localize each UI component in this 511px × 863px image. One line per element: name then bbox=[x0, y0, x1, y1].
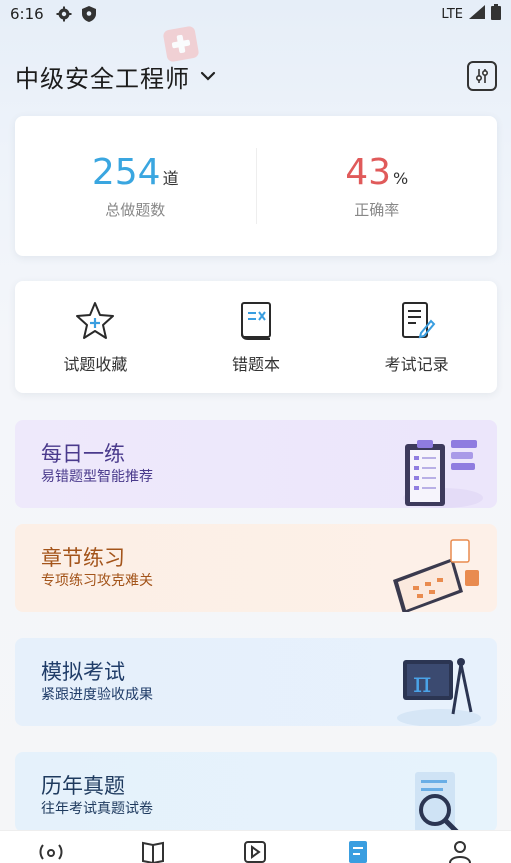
wrong-book-label: 错题本 bbox=[232, 355, 281, 374]
math-board-illustration: π bbox=[397, 658, 481, 726]
total-questions-stat[interactable]: 254 道 总做题数 bbox=[15, 116, 256, 256]
live-icon bbox=[39, 844, 63, 860]
laptop-illustration bbox=[393, 539, 479, 612]
chapter-practice-card[interactable]: 章节练习 专项练习攻克难关 bbox=[15, 524, 497, 612]
book-icon bbox=[142, 841, 165, 863]
tab-courses[interactable] bbox=[133, 831, 173, 863]
signal-icon bbox=[469, 5, 485, 23]
daily-practice-subtitle: 易错题型智能推荐 bbox=[41, 469, 153, 485]
exam-record-label: 考试记录 bbox=[384, 355, 449, 374]
favorites-button[interactable]: 试题收藏 bbox=[15, 281, 176, 393]
daily-practice-title: 每日一练 bbox=[41, 442, 125, 466]
wrong-book-button[interactable]: 错题本 bbox=[176, 281, 337, 393]
past-papers-subtitle: 往年考试真题试卷 bbox=[41, 801, 153, 817]
network-label: LTE bbox=[441, 6, 463, 22]
tab-question-bank[interactable] bbox=[338, 831, 378, 863]
magnifier-illustration bbox=[415, 772, 459, 832]
svg-text:π: π bbox=[413, 666, 431, 699]
favorites-label: 试题收藏 bbox=[63, 355, 128, 374]
tools-card: 试题收藏 错题本 考试记录 bbox=[15, 281, 497, 393]
wrong-book-icon bbox=[241, 302, 271, 340]
accuracy-value: 43 bbox=[345, 152, 392, 193]
tab-videos[interactable] bbox=[235, 831, 275, 863]
chapter-practice-title: 章节练习 bbox=[41, 546, 125, 570]
star-plus-icon bbox=[76, 302, 115, 339]
total-questions-value: 254 bbox=[91, 152, 161, 193]
tab-profile[interactable] bbox=[440, 831, 480, 863]
battery-icon bbox=[491, 4, 501, 24]
gear-icon bbox=[56, 6, 72, 22]
exam-record-button[interactable]: 考试记录 bbox=[336, 281, 497, 393]
clipboard-illustration bbox=[403, 440, 483, 508]
exam-record-icon bbox=[401, 302, 436, 339]
filter-settings-button[interactable] bbox=[467, 61, 497, 91]
question-bank-icon bbox=[348, 841, 367, 863]
tab-live[interactable] bbox=[31, 831, 71, 863]
daily-practice-card[interactable]: 每日一练 易错题型智能推荐 bbox=[15, 420, 497, 508]
chevron-down-icon[interactable] bbox=[200, 71, 216, 81]
status-bar: 6:16 LTE bbox=[0, 0, 511, 28]
video-icon bbox=[244, 841, 267, 863]
status-time: 6:16 bbox=[10, 5, 44, 23]
accuracy-unit: % bbox=[393, 169, 409, 188]
shield-icon bbox=[81, 6, 96, 22]
total-questions-unit: 道 bbox=[162, 169, 179, 188]
bottom-tab-bar bbox=[0, 830, 511, 863]
profile-icon bbox=[448, 841, 471, 863]
total-questions-label: 总做题数 bbox=[105, 201, 166, 219]
sliders-icon bbox=[475, 69, 489, 83]
chapter-practice-subtitle: 专项练习攻克难关 bbox=[41, 573, 153, 589]
stats-card: 254 道 总做题数 43 % 正确率 bbox=[15, 116, 497, 256]
mock-exam-subtitle: 紧跟进度验收成果 bbox=[41, 687, 153, 703]
exam-selector-title[interactable]: 中级安全工程师 bbox=[15, 59, 190, 94]
accuracy-stat[interactable]: 43 % 正确率 bbox=[257, 116, 498, 256]
mock-exam-title: 模拟考试 bbox=[41, 660, 125, 684]
past-papers-title: 历年真题 bbox=[41, 774, 125, 798]
mock-exam-card[interactable]: 模拟考试 紧跟进度验收成果 π bbox=[15, 638, 497, 726]
past-papers-card[interactable]: 历年真题 往年考试真题试卷 bbox=[15, 752, 497, 832]
header: 中级安全工程师 bbox=[15, 56, 497, 96]
accuracy-label: 正确率 bbox=[354, 201, 400, 219]
